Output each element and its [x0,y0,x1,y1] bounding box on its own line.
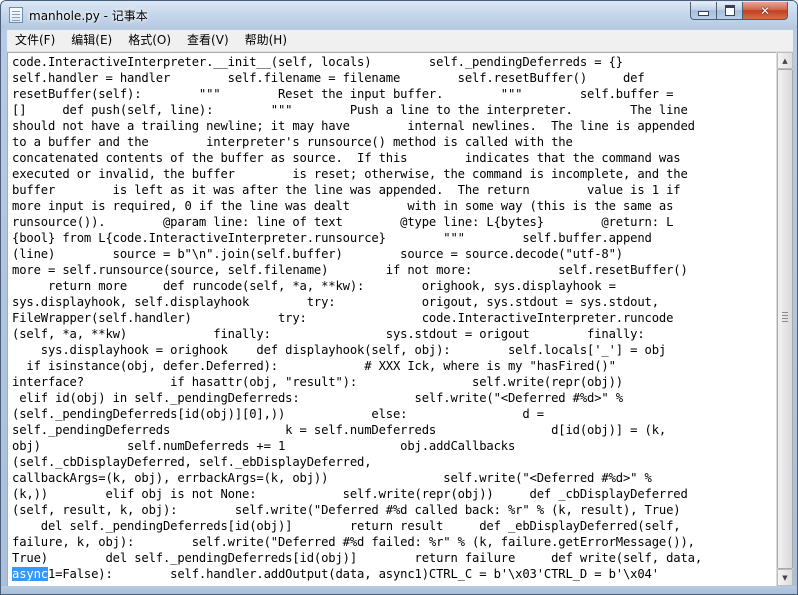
editor-line: True) del self._pendingDeferreds[id(obj)… [12,551,702,565]
editor-line: interface? if hasattr(obj, "result"): se… [12,375,623,389]
maximize-button[interactable] [716,2,743,20]
editor-line: (k,)) elif obj is not None: self.write(r… [12,487,688,501]
editor-line: {bool} from L{code.InteractiveInterprete… [12,231,652,245]
editor-line: resetBuffer(self): """ Reset the input b… [12,87,674,101]
text-editor-area[interactable]: code.InteractiveInterpreter.__init__(sel… [7,52,776,586]
editor-line: (self, result, k, obj): self.write("Defe… [12,503,681,517]
window-bottom-border [1,586,797,594]
editor-line: self.handler = handler self.filename = f… [12,71,645,85]
menu-help[interactable]: 帮助(H) [237,30,295,51]
editor-line: self._pendingDeferreds k = self.numDefer… [12,423,667,437]
minimize-icon [698,11,709,16]
editor-line: code.InteractiveInterpreter.__init__(sel… [12,55,623,69]
notepad-window: manhole.py - 记事本 ✕ 文件(F) 编辑(E) 格式(O) 查看(… [0,0,798,595]
editor-line: more input is required, 0 if the line wa… [12,199,674,213]
scroll-up-arrow-icon: ▲ [782,56,788,65]
editor-line: should not have a trailing newline; it m… [12,119,695,133]
editor-text[interactable]: code.InteractiveInterpreter.__init__(sel… [12,54,774,582]
scroll-down-button[interactable]: ▼ [777,569,793,586]
editor-line: buffer is left as it was after the line … [12,183,681,197]
scroll-down-arrow-icon: ▼ [782,573,788,582]
grip-icon [782,312,788,313]
editor-line: callbackArgs=(k, obj), errbackArgs=(k, o… [12,471,652,485]
menu-format[interactable]: 格式(O) [120,30,179,51]
editor-line: (self._cbDisplayDeferred, self._ebDispla… [12,455,372,469]
scroll-up-button[interactable]: ▲ [777,52,793,69]
selected-text[interactable]: async [12,567,48,581]
editor-line: if isinstance(obj, defer.Deferred): # XX… [12,359,616,373]
title-bar[interactable]: manhole.py - 记事本 ✕ [1,1,797,29]
editor-line-rest: 1=False): self.handler.addOutput(data, a… [47,567,659,581]
editor-line: (self._pendingDeferreds[id(obj)][0],)) e… [12,407,544,421]
notepad-icon[interactable] [9,7,23,23]
close-icon: ✕ [759,3,771,18]
menu-bar: 文件(F) 编辑(E) 格式(O) 查看(V) 帮助(H) [7,30,793,52]
editor-line: obj) self.numDeferreds += 1 obj.addCallb… [12,439,516,453]
editor-line: FileWrapper(self.handler) try: code.Inte… [12,311,674,325]
editor-line: concatenated contents of the buffer as s… [12,151,681,165]
editor-line: return more def runcode(self, *a, **kw):… [12,279,616,293]
maximize-icon [724,5,735,16]
editor-line: more = self.runsource(source, self.filen… [12,263,688,277]
editor-line: (self, *a, **kw) finally: sys.stdout = o… [12,327,645,341]
editor-line: to a buffer and the interpreter's runsou… [12,135,573,149]
menu-edit[interactable]: 编辑(E) [63,30,120,51]
editor-line: failure, k, obj): self.write("Deferred #… [12,535,695,549]
editor-line: elif id(obj) in self._pendingDeferreds: … [12,391,623,405]
editor-line: (line) source = b"\n".join(self.buffer) … [12,247,623,261]
vertical-scrollbar[interactable]: ▲ ▼ [776,52,793,586]
scrollbar-thumb[interactable] [777,69,793,569]
minimize-button[interactable] [690,2,717,20]
close-button[interactable]: ✕ [742,2,788,20]
editor-line: sys.displayhook = orighook def displayho… [12,343,667,357]
editor-line: del self._pendingDeferreds[id(obj)] retu… [12,519,681,533]
menu-view[interactable]: 查看(V) [179,30,237,51]
editor-line: sys.displayhook, self.displayhook try: o… [12,295,659,309]
editor-line: [] def push(self, line): """ Push a line… [12,103,688,117]
editor-line: runsource()). @param line: line of text … [12,215,674,229]
menu-file[interactable]: 文件(F) [7,30,63,51]
editor-line: executed or invalid, the buffer is reset… [12,167,688,181]
editor-line-last: async1=False): self.handler.addOutput(da… [12,566,774,582]
window-title: manhole.py - 记事本 [29,9,148,23]
